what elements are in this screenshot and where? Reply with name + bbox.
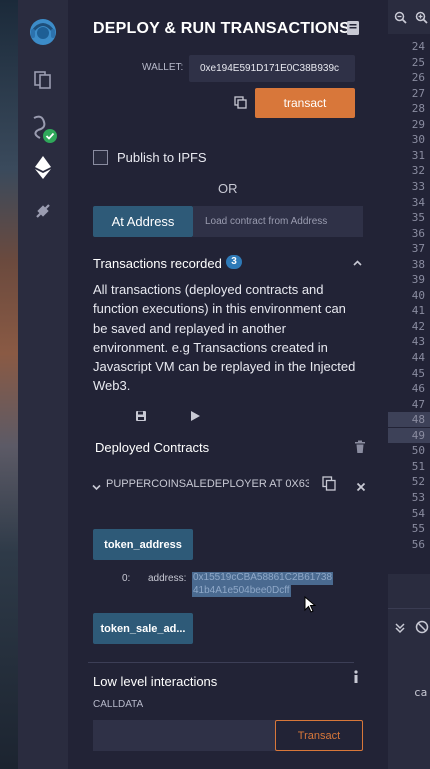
transactions-recorded-title[interactable]: Transactions recorded (93, 256, 222, 271)
output-type: address: (148, 573, 187, 584)
low-level-transact-button[interactable]: Transact (275, 720, 363, 751)
publish-ipfs-label: Publish to IPFS (117, 150, 207, 165)
output-address-line-1: 0x15519cCBA58861C2B61738 (192, 572, 333, 585)
mouse-cursor-icon (304, 595, 317, 619)
deployed-contracts-title: Deployed Contracts (95, 440, 210, 455)
icon-sidebar (18, 0, 68, 769)
output-address-line-2: 41b4A1e504bee0Dcff (192, 584, 291, 597)
line-number: 35 (411, 211, 425, 225)
line-number: 41 (411, 304, 425, 318)
line-number: 36 (411, 226, 425, 240)
panel-title: DEPLOY & RUN TRANSACTIONS (93, 20, 351, 37)
wallet-address-field[interactable]: 0xe194E591D171E0C38B939c (189, 55, 355, 82)
calldata-input[interactable] (93, 720, 276, 751)
line-number: 56 (411, 537, 425, 551)
publish-ipfs-checkbox[interactable] (93, 150, 108, 165)
transactions-description: All transactions (deployed contracts and… (93, 282, 356, 394)
line-number: 26 (411, 71, 425, 85)
line-number: 33 (411, 179, 425, 193)
line-number: 54 (411, 506, 425, 520)
copy-address-icon[interactable] (234, 96, 247, 114)
save-transactions-icon[interactable] (135, 409, 147, 427)
line-number: 51 (411, 459, 425, 473)
or-separator: OR (218, 181, 238, 196)
editor-separator (388, 608, 430, 609)
line-number: 52 (411, 475, 425, 489)
remove-contract-icon[interactable] (356, 479, 366, 497)
line-number: 29 (411, 117, 425, 131)
line-number: 50 (411, 444, 425, 458)
line-number: 45 (411, 366, 425, 380)
solidity-compiler-icon[interactable] (18, 108, 68, 148)
deploy-run-icon[interactable] (18, 150, 68, 184)
editor-toolbar (388, 0, 430, 34)
expand-contract-chevron-icon[interactable] (91, 480, 102, 498)
line-number: 55 (411, 522, 425, 536)
zoom-out-icon[interactable] (394, 11, 407, 29)
output-address-value[interactable]: 0x15519cCBA58861C2B61738 41b4A1e504bee0D… (192, 572, 333, 597)
deployed-contract-name[interactable]: PUPPERCOINSALEDEPLOYER AT 0X63( (106, 478, 309, 490)
token-sale-address-button[interactable]: token_sale_ad... (93, 613, 193, 644)
line-number: 34 (411, 195, 425, 209)
wallet-label: WALLET: (142, 62, 184, 73)
line-number: 43 (411, 335, 425, 349)
replay-transactions-icon[interactable] (189, 409, 201, 427)
token-address-button[interactable]: token_address (93, 529, 193, 560)
line-number: 28 (411, 102, 425, 116)
output-index: 0: (122, 573, 131, 584)
line-number: 48 (388, 412, 430, 428)
line-number: 25 (411, 55, 425, 69)
collapse-chevron-icon[interactable] (352, 256, 363, 274)
calldata-label: CALLDATA (93, 699, 144, 710)
line-number: 47 (411, 397, 425, 411)
line-number: 39 (411, 273, 425, 287)
low-level-interactions-title: Low level interactions (93, 674, 218, 689)
line-number: 31 (411, 148, 425, 162)
line-number: 37 (411, 242, 425, 256)
info-icon[interactable] (352, 670, 360, 689)
line-number: 27 (411, 86, 425, 100)
line-number: 42 (411, 319, 425, 333)
remix-logo-icon[interactable] (18, 12, 68, 52)
line-number: 53 (411, 490, 425, 504)
code-editor: 24 25 26 27 28 29 30 31 32 33 34 35 36 37 38 39 40 41 42 43… (388, 0, 430, 769)
clear-deployed-icon[interactable] (354, 440, 366, 459)
line-number: 32 (411, 164, 425, 178)
terminal-collapse-icon[interactable] (394, 621, 406, 639)
terminal-code-fragment: ca (414, 686, 428, 699)
section-divider (88, 662, 354, 663)
line-number: 49 (388, 427, 430, 443)
plugin-manager-icon[interactable] (18, 194, 68, 228)
desktop-background-strip (0, 0, 18, 769)
terminal-clear-icon[interactable] (415, 620, 429, 639)
line-number: 44 (411, 351, 425, 364)
copy-contract-address-icon[interactable] (322, 476, 336, 496)
line-number: 24 (411, 40, 425, 53)
deploy-run-panel: DEPLOY & RUN TRANSACTIONS WALLET: 0xe194… (68, 0, 388, 769)
transactions-count-badge: 3 (226, 255, 242, 269)
documentation-icon[interactable] (346, 20, 360, 41)
line-number-gutter: 24 25 26 27 28 29 30 31 32 33 34 35 36 37 38 39 40 41 42 43… (388, 34, 430, 574)
load-contract-address-input[interactable]: Load contract from Address (193, 206, 363, 237)
line-number: 30 (411, 133, 425, 147)
zoom-in-icon[interactable] (415, 11, 428, 29)
transact-button[interactable]: transact (255, 88, 355, 118)
file-explorer-icon[interactable] (18, 62, 68, 96)
line-number: 38 (411, 257, 425, 271)
at-address-button[interactable]: At Address (93, 206, 193, 237)
line-number: 40 (411, 288, 425, 302)
line-number: 46 (411, 382, 425, 396)
